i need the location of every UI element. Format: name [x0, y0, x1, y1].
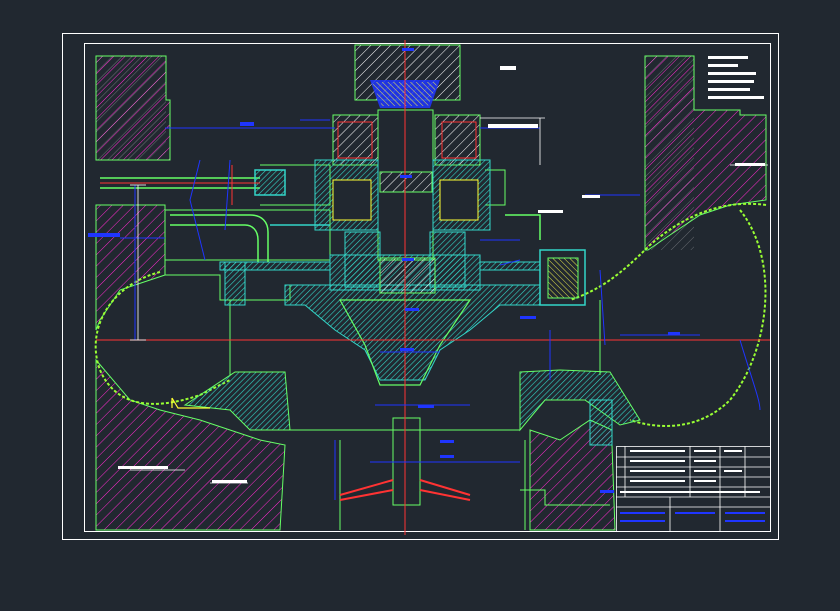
- notes-block: [708, 56, 764, 99]
- title-block-text: [620, 450, 765, 522]
- title-block: [616, 446, 771, 532]
- cad-drawing-canvas[interactable]: [0, 0, 840, 611]
- cad-drawing[interactable]: [0, 0, 840, 611]
